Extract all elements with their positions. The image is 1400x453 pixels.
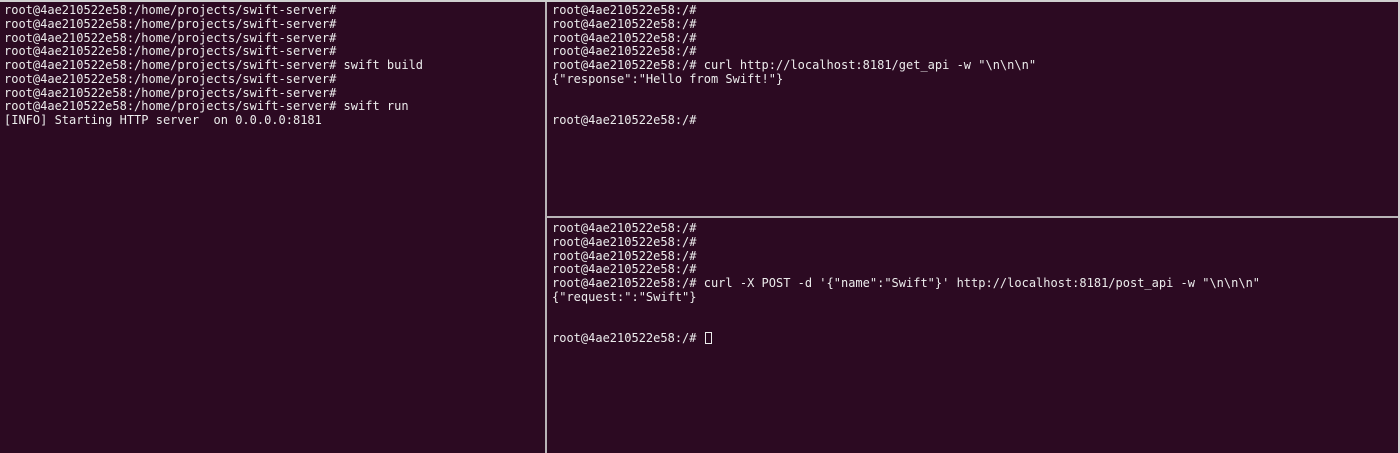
terminal-line: root@4ae210522e58:/home/projects/swift-s… <box>4 30 337 45</box>
pane-horizontal-divider[interactable] <box>547 216 1398 218</box>
terminal-line: {"request:":"Swift"} <box>552 289 697 304</box>
terminal-window: root@4ae210522e58:/home/projects/swift-s… <box>0 0 1400 453</box>
terminal-line: root@4ae210522e58:/home/projects/swift-s… <box>4 99 409 114</box>
terminal-line: root@4ae210522e58:/# <box>552 248 697 263</box>
active-prompt-line[interactable]: root@4ae210522e58:/# <box>552 331 1260 346</box>
terminal-line: root@4ae210522e58:/home/projects/swift-s… <box>4 85 337 100</box>
terminal-line: root@4ae210522e58:/# <box>552 3 697 17</box>
terminal-line: root@4ae210522e58:/# <box>552 44 697 59</box>
pane-left-output: root@4ae210522e58:/home/projects/swift-s… <box>4 3 424 128</box>
pane-bottom-right-output: root@4ae210522e58:/# root@4ae210522e58:/… <box>552 221 1261 346</box>
pane-top-right-output: root@4ae210522e58:/# root@4ae210522e58:/… <box>552 3 1037 128</box>
terminal-pane-left[interactable]: root@4ae210522e58:/home/projects/swift-s… <box>0 2 545 453</box>
block-cursor-icon <box>704 332 712 344</box>
terminal-line: root@4ae210522e58:/# <box>552 234 697 249</box>
terminal-line: {"response":"Hello from Swift!"} <box>552 71 784 86</box>
terminal-pane-top-right[interactable]: root@4ae210522e58:/# root@4ae210522e58:/… <box>548 2 1396 216</box>
terminal-line: root@4ae210522e58:/# <box>552 262 697 277</box>
terminal-line: root@4ae210522e58:/# <box>552 221 697 235</box>
terminal-line: root@4ae210522e58:/# curl -X POST -d '{"… <box>552 276 1261 290</box>
terminal-line: [INFO] Starting HTTP server on 0.0.0.0:8… <box>4 113 322 127</box>
terminal-line: root@4ae210522e58:/home/projects/swift-s… <box>4 44 337 59</box>
active-prompt: root@4ae210522e58:/# <box>552 331 697 345</box>
terminal-line: root@4ae210522e58:/home/projects/swift-s… <box>4 3 337 17</box>
pane-vertical-divider[interactable] <box>545 2 547 453</box>
terminal-line: root@4ae210522e58:/home/projects/swift-s… <box>4 71 337 86</box>
terminal-line: root@4ae210522e58:/# <box>552 113 697 127</box>
terminal-pane-bottom-right[interactable]: root@4ae210522e58:/# root@4ae210522e58:/… <box>548 220 1396 453</box>
terminal-line: root@4ae210522e58:/# <box>552 30 697 45</box>
terminal-line: root@4ae210522e58:/home/projects/swift-s… <box>4 16 337 31</box>
terminal-line: root@4ae210522e58:/# curl http://localho… <box>552 58 1037 72</box>
terminal-line: root@4ae210522e58:/home/projects/swift-s… <box>4 58 424 72</box>
terminal-line: root@4ae210522e58:/# <box>552 16 697 31</box>
